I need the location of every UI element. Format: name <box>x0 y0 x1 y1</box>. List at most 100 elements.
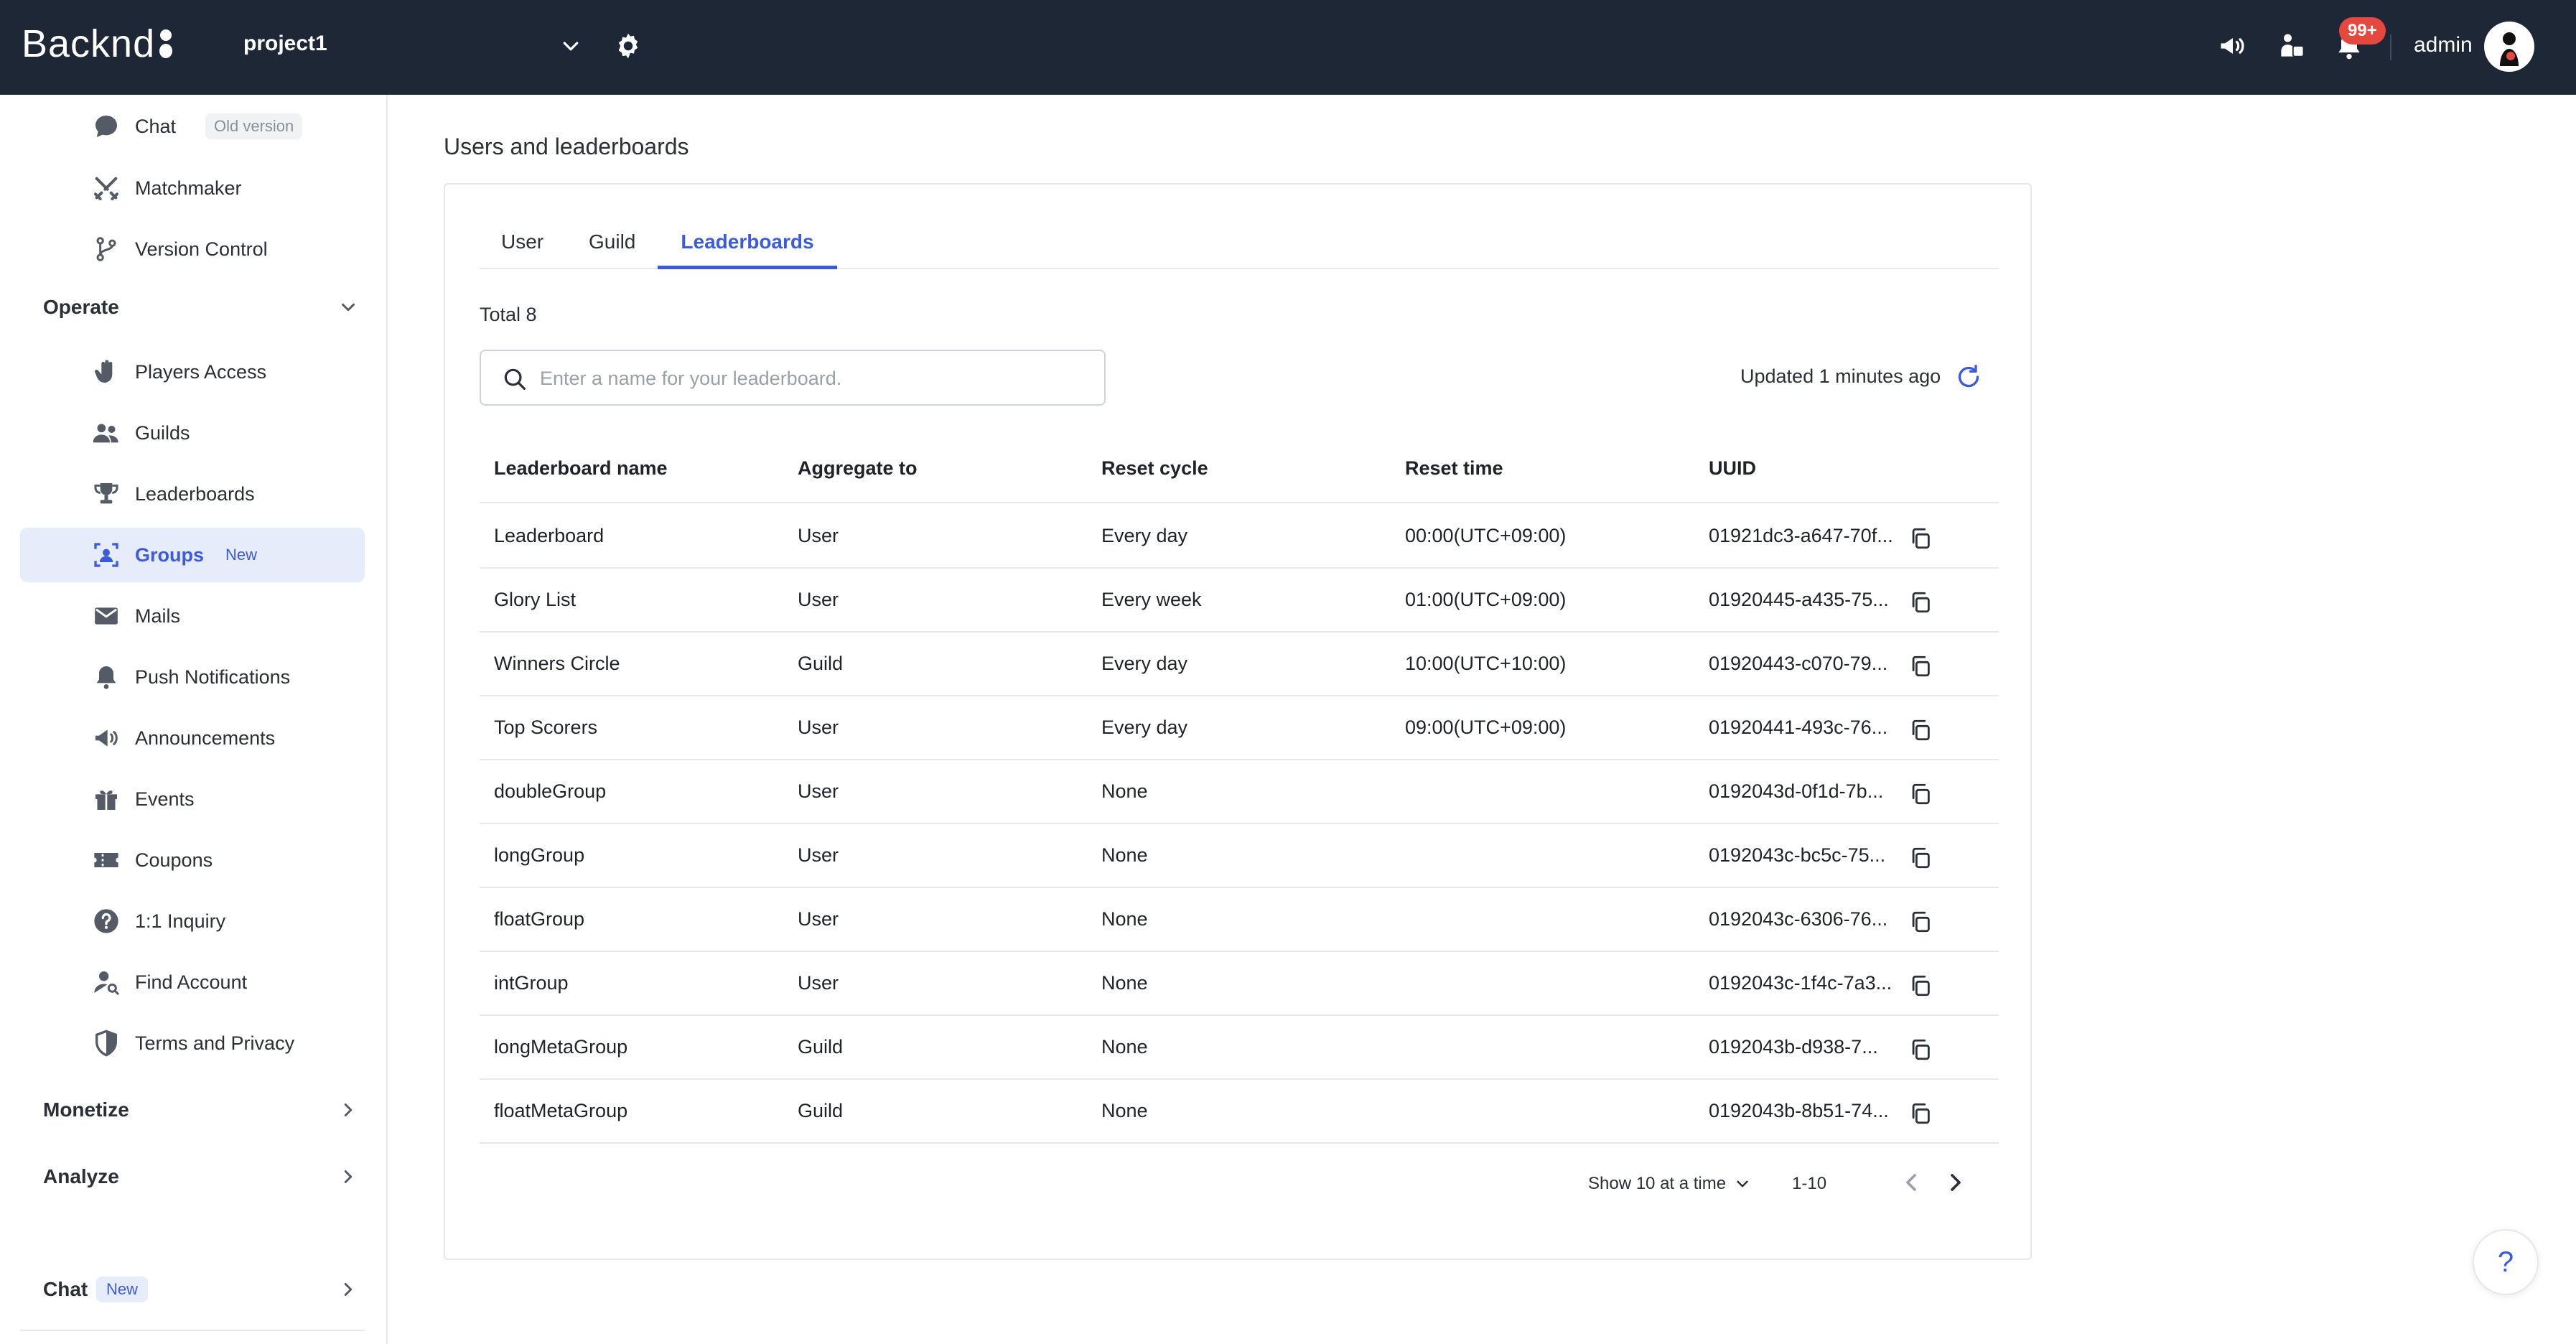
table-cell: Every day <box>1101 653 1188 674</box>
sidebar-item-label: Coupons <box>135 849 213 871</box>
support-icon[interactable] <box>2276 30 2307 62</box>
sidebar-item-terms-privacy[interactable]: Terms and Privacy <box>20 1016 365 1070</box>
table-cell: intGroup <box>494 972 569 994</box>
tab-guild[interactable]: Guild <box>589 219 635 269</box>
search-icon <box>504 368 526 391</box>
table-row[interactable]: intGroup User None 0192043c-1f4c-7a3... <box>480 952 1999 1016</box>
notification-badge: 99+ <box>2339 17 2386 45</box>
admin-name[interactable]: admin <box>2414 33 2473 57</box>
copy-icon[interactable] <box>1908 782 1933 806</box>
column-header: Aggregate to <box>798 457 918 479</box>
table-row[interactable]: floatGroup User None 0192043c-6306-76... <box>480 888 1999 952</box>
gift-icon <box>95 790 117 810</box>
table-row[interactable]: Glory List User Every week 01:00(UTC+09:00)… <box>480 569 1999 633</box>
search-box[interactable] <box>480 350 1106 406</box>
copy-icon[interactable] <box>1908 974 1933 998</box>
page-range: 1-10 <box>1792 1174 1827 1193</box>
refresh-icon[interactable] <box>1954 363 1983 391</box>
section-monetize[interactable]: Monetize <box>43 1088 359 1131</box>
sidebar-item-chat-old[interactable]: Chat Old version <box>20 99 365 154</box>
sidebar-item-players-access[interactable]: Players Access <box>20 345 365 399</box>
table-cell: User <box>798 780 839 802</box>
table-row[interactable]: Top Scorers User Every day 09:00(UTC+09:00)… <box>480 696 1999 760</box>
sidebar-item-leaderboards[interactable]: Leaderboards <box>20 467 365 521</box>
megaphone-icon[interactable] <box>2217 30 2249 62</box>
copy-icon[interactable] <box>1908 910 1933 934</box>
table-cell: longGroup <box>494 844 585 866</box>
copy-icon[interactable] <box>1908 1101 1933 1126</box>
table-cell: 01920445-a435-75... <box>1709 589 1889 610</box>
sidebar-item-groups[interactable]: Groups New <box>20 528 365 582</box>
tab-user[interactable]: User <box>501 219 543 269</box>
avatar[interactable] <box>2484 22 2534 72</box>
page-size-select[interactable]: Show 10 at a time <box>1588 1174 1752 1194</box>
sidebar-item-announcements[interactable]: Announcements <box>20 711 365 765</box>
top-bar: Backnd project1 99+ admin <box>0 0 2576 95</box>
table-cell: User <box>798 525 839 546</box>
section-operate[interactable]: Operate <box>43 286 359 329</box>
table-cell: User <box>798 717 839 738</box>
sidebar-item-version-control[interactable]: Version Control <box>20 222 365 276</box>
section-label: Monetize <box>43 1098 129 1121</box>
table-row[interactable]: longGroup User None 0192043c-bc5c-75... <box>480 824 1999 888</box>
copy-icon[interactable] <box>1908 526 1933 551</box>
table-cell: 01920441-493c-76... <box>1709 717 1888 738</box>
question-icon <box>94 909 118 933</box>
copy-icon[interactable] <box>1908 590 1933 615</box>
sidebar-item-label: Announcements <box>135 727 276 749</box>
table-row[interactable]: longMetaGroup Guild None 0192043b-d938-7... <box>480 1016 1999 1080</box>
table-row[interactable]: Winners Circle Guild Every day 10:00(UTC+10… <box>480 633 1999 696</box>
trophy-icon <box>94 483 118 504</box>
chevron-right-icon[interactable] <box>1941 1168 1970 1197</box>
table-cell: 01920443-c070-79... <box>1709 653 1888 674</box>
table-cell: 0192043c-1f4c-7a3... <box>1709 972 1893 994</box>
sidebar-item-events[interactable]: Events <box>20 772 365 826</box>
sidebar-item-label: Mails <box>135 605 181 627</box>
table-row[interactable]: doubleGroup User None 0192043d-0f1d-7b... <box>480 760 1999 824</box>
sidebar: Chat Old version Matchmaker Version Cont… <box>0 95 388 1344</box>
project-selector-label[interactable]: project1 <box>243 32 327 56</box>
section-chat[interactable]: Chat New <box>43 1268 359 1311</box>
hand-icon <box>95 360 113 383</box>
backnd-logo[interactable]: Backnd <box>22 22 173 66</box>
logo-text: Backnd <box>22 22 156 65</box>
branch-icon <box>96 237 116 261</box>
people-icon <box>93 424 118 443</box>
help-button[interactable]: ? <box>2473 1229 2539 1295</box>
table-cell: Every day <box>1101 717 1188 738</box>
section-analyze[interactable]: Analyze <box>43 1155 359 1198</box>
gear-icon[interactable] <box>612 30 644 62</box>
chat-bubble-icon <box>95 116 117 137</box>
sidebar-item-guilds[interactable]: Guilds <box>20 406 365 460</box>
copy-icon[interactable] <box>1908 1037 1933 1062</box>
sidebar-item-label: Chat <box>135 115 177 137</box>
copy-icon[interactable] <box>1908 718 1933 742</box>
shield-icon <box>95 1030 117 1057</box>
table-row[interactable]: floatMetaGroup Guild None 0192043b-8b51-74.… <box>480 1080 1999 1144</box>
search-input[interactable] <box>540 358 1086 398</box>
table-cell: floatGroup <box>494 908 585 930</box>
page-title: Users and leaderboards <box>444 134 689 159</box>
chevron-right-icon <box>344 1170 353 1183</box>
table-cell: 01921dc3-a647-70f... <box>1709 525 1893 546</box>
sidebar-item-matchmaker[interactable]: Matchmaker <box>20 161 365 215</box>
table-row[interactable]: Leaderboard User Every day 00:00(UTC+09:00)… <box>480 505 1999 569</box>
sidebar-item-inquiry[interactable]: 1:1 Inquiry <box>20 894 365 948</box>
sidebar-item-find-account[interactable]: Find Account <box>20 955 365 1009</box>
tab-leaderboards[interactable]: Leaderboards <box>658 219 837 269</box>
table-cell: User <box>798 908 839 930</box>
copy-icon[interactable] <box>1908 846 1933 870</box>
table-cell: Guild <box>798 1036 844 1058</box>
user-search-icon <box>94 971 119 995</box>
table-cell: User <box>798 972 839 994</box>
chevron-left-icon[interactable] <box>1897 1168 1926 1197</box>
sidebar-item-coupons[interactable]: Coupons <box>20 833 365 887</box>
chevron-down-icon[interactable] <box>560 36 582 57</box>
sidebar-item-push-notifications[interactable]: Push Notifications <box>20 650 365 704</box>
copy-icon[interactable] <box>1908 654 1933 678</box>
sidebar-item-mails[interactable]: Mails <box>20 589 365 643</box>
sidebar-item-label: Push Notifications <box>135 666 291 688</box>
section-label: Operate <box>43 296 119 318</box>
table-cell: Glory List <box>494 589 577 610</box>
sidebar-item-label: Version Control <box>135 238 268 260</box>
